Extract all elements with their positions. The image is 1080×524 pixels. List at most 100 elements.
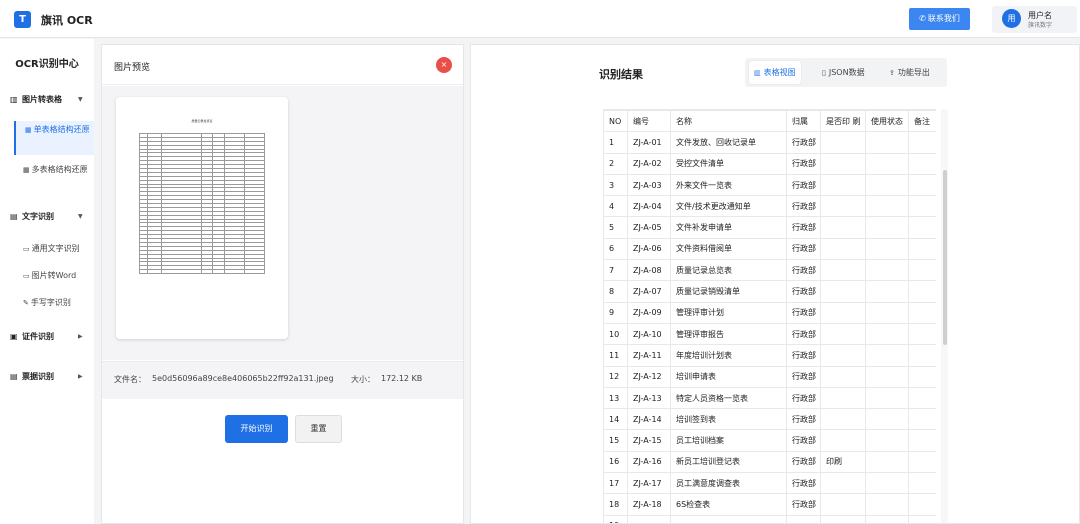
- table-cell: [865, 259, 909, 282]
- user-menu[interactable]: 用 用户名 旗讯数字: [992, 6, 1077, 33]
- table-cell: [908, 152, 936, 175]
- chevron-right-icon[interactable]: ▶: [78, 373, 83, 380]
- table-cell: ZJ-A-07: [627, 280, 671, 303]
- column-header: 名称: [670, 110, 787, 133]
- table-cell: [820, 493, 866, 516]
- table-cell: 文件资料借阅单: [670, 237, 787, 261]
- reset-button[interactable]: 重置: [295, 415, 342, 443]
- table-cell: 3: [603, 173, 628, 197]
- table-cell: 新员工培训登记表: [670, 450, 787, 474]
- table-cell: [908, 344, 936, 367]
- table-cell: [908, 259, 936, 282]
- chevron-right-icon[interactable]: ▶: [78, 333, 83, 340]
- table-icon: ▦: [25, 126, 32, 134]
- result-title: 识别结果: [599, 68, 643, 81]
- table-cell: [820, 322, 866, 346]
- table-cell: [820, 386, 866, 410]
- table-cell: ZJ-A-09: [627, 301, 671, 324]
- table-cell: [820, 301, 866, 324]
- table-cell: 9: [603, 301, 628, 324]
- table-row[interactable]: 17 ZJ-A-17 员工满意度调查表 行政部: [603, 472, 936, 495]
- image-thumbnail[interactable]: 质量记录总览表: [116, 97, 288, 339]
- close-icon[interactable]: ×: [436, 57, 452, 73]
- tab-json-data[interactable]: ▯ JSON数据: [817, 61, 870, 84]
- table-cell: 12: [603, 365, 628, 388]
- table-row[interactable]: 11 ZJ-A-11 年度培训计划表 行政部: [603, 344, 936, 367]
- table-row[interactable]: 15 ZJ-A-15 员工培训档案 行政部: [603, 429, 936, 452]
- file-name-label: 文件名：: [114, 375, 146, 384]
- table-cell: [865, 514, 909, 523]
- table-cell: 外来文件一览表: [670, 173, 787, 197]
- table-cell: [865, 322, 909, 346]
- sidebar-group-id-recognition[interactable]: ▣ 证件识别: [10, 331, 54, 342]
- table-cell: [820, 173, 866, 197]
- table-row[interactable]: 18 ZJ-A-18 6S检查表 行政部: [603, 493, 936, 516]
- table-row[interactable]: 6 ZJ-A-06 文件资料借阅单 行政部: [603, 237, 936, 261]
- table-cell: 8: [603, 280, 628, 303]
- table-row[interactable]: 7 ZJ-A-08 质量记录总览表 行政部: [603, 259, 936, 282]
- table-row[interactable]: 12 ZJ-A-12 培训申请表 行政部: [603, 365, 936, 388]
- table-row[interactable]: 14 ZJ-A-14 培训签到表 行政部: [603, 408, 936, 431]
- tab-label: JSON数据: [828, 68, 865, 77]
- scrollbar-thumb[interactable]: [943, 170, 947, 345]
- table-cell: [865, 195, 909, 218]
- table-row[interactable]: 9 ZJ-A-09 管理评审计划 行政部: [603, 301, 936, 324]
- sidebar-item-general-text[interactable]: ▭ 通用文字识别: [14, 243, 94, 255]
- table-cell: ZJ-A-13: [627, 386, 671, 410]
- table-row[interactable]: 8 ZJ-A-07 质量记录销毁清单 行政部: [603, 280, 936, 303]
- sidebar-item-label: 通用文字识别: [31, 244, 80, 253]
- chart-icon: ▥: [10, 95, 18, 104]
- table-cell: 员工培训档案: [670, 429, 787, 452]
- table-cell: 行政部: [786, 259, 821, 282]
- result-table-container[interactable]: NO 编号 名称 归属 是否印 刷使用状态 备注 1 ZJ-A-01 文件发放、回收记录单 行政…: [603, 109, 936, 523]
- table-cell: [865, 173, 909, 197]
- sidebar-item-image-to-word[interactable]: ▭ 图片转Word: [14, 270, 94, 282]
- table-row[interactable]: 13 ZJ-A-13 特定人员资格一览表 行政部: [603, 386, 936, 410]
- phone-icon: ✆: [919, 14, 926, 23]
- tab-table-view[interactable]: ▥ 表格视图: [749, 61, 801, 84]
- result-table: NO 编号 名称 归属 是否印 刷使用状态 备注 1 ZJ-A-01 文件发放、回收记录单 行政…: [603, 110, 936, 523]
- table-row[interactable]: 3 ZJ-A-03 外来文件一览表 行政部: [603, 173, 936, 197]
- avatar: 用: [1002, 9, 1021, 28]
- contact-us-button[interactable]: ✆ 联系我们: [909, 8, 970, 30]
- table-cell: [820, 344, 866, 367]
- table-cell: 14: [603, 408, 628, 431]
- table-cell: [908, 493, 936, 516]
- table-cell: [865, 152, 909, 175]
- thumbnail-cell: [200, 269, 214, 275]
- table-cell: [820, 131, 866, 154]
- table-icon: ▥: [754, 69, 761, 77]
- sidebar-group-receipt-recognition[interactable]: ▤ 票据识别: [10, 371, 54, 382]
- table-row[interactable]: 19: [603, 514, 936, 523]
- table-cell: [908, 131, 936, 154]
- table-row[interactable]: 5 ZJ-A-05 文件补发申请单 行政部: [603, 216, 936, 239]
- table-cell: [865, 472, 909, 495]
- table-cell: [820, 152, 866, 175]
- sidebar-item-multi-table[interactable]: ▦ 多表格结构还原: [14, 164, 94, 176]
- table-cell: 文件/技术更改通知单: [670, 195, 787, 218]
- chevron-down-icon[interactable]: ▼: [78, 213, 83, 220]
- thumbnail-title: 质量记录总览表: [191, 119, 213, 123]
- start-recognition-button[interactable]: 开始识别: [225, 415, 288, 443]
- table-cell: 4: [603, 195, 628, 218]
- tab-export[interactable]: ⇪ 功能导出: [884, 61, 935, 84]
- table-cell: ZJ-A-11: [627, 344, 671, 367]
- sidebar-item-label: 多表格结构还原: [31, 165, 88, 174]
- table-row[interactable]: 2 ZJ-A-02 受控文件清单 行政部: [603, 152, 936, 175]
- table-row[interactable]: 4 ZJ-A-04 文件/技术更改通知单 行政部: [603, 195, 936, 218]
- sidebar-item-single-table[interactable]: ▦ 单表格结构还原: [14, 121, 94, 155]
- table-row[interactable]: 16 ZJ-A-16 新员工培训登记表 行政部 印刷: [603, 450, 936, 474]
- table-row[interactable]: 10 ZJ-A-10 管理评审报告 行政部: [603, 322, 936, 346]
- table-cell: [820, 195, 866, 218]
- word-icon: ▭: [23, 272, 30, 280]
- table-cell: 17: [603, 472, 628, 495]
- table-row[interactable]: 1 ZJ-A-01 文件发放、回收记录单 行政部: [603, 131, 936, 154]
- chevron-down-icon[interactable]: ▼: [78, 96, 83, 103]
- table-cell: [865, 301, 909, 324]
- sidebar-item-handwriting[interactable]: ✎ 手写字识别: [14, 297, 94, 309]
- sidebar-group-text-recognition[interactable]: ▤ 文字识别: [10, 211, 54, 222]
- thumbnail-cell: [224, 269, 246, 275]
- sidebar-group-image-to-table[interactable]: ▥ 图片转表格: [10, 94, 62, 105]
- table-cell: 行政部: [786, 131, 821, 154]
- table-cell: 行政部: [786, 472, 821, 495]
